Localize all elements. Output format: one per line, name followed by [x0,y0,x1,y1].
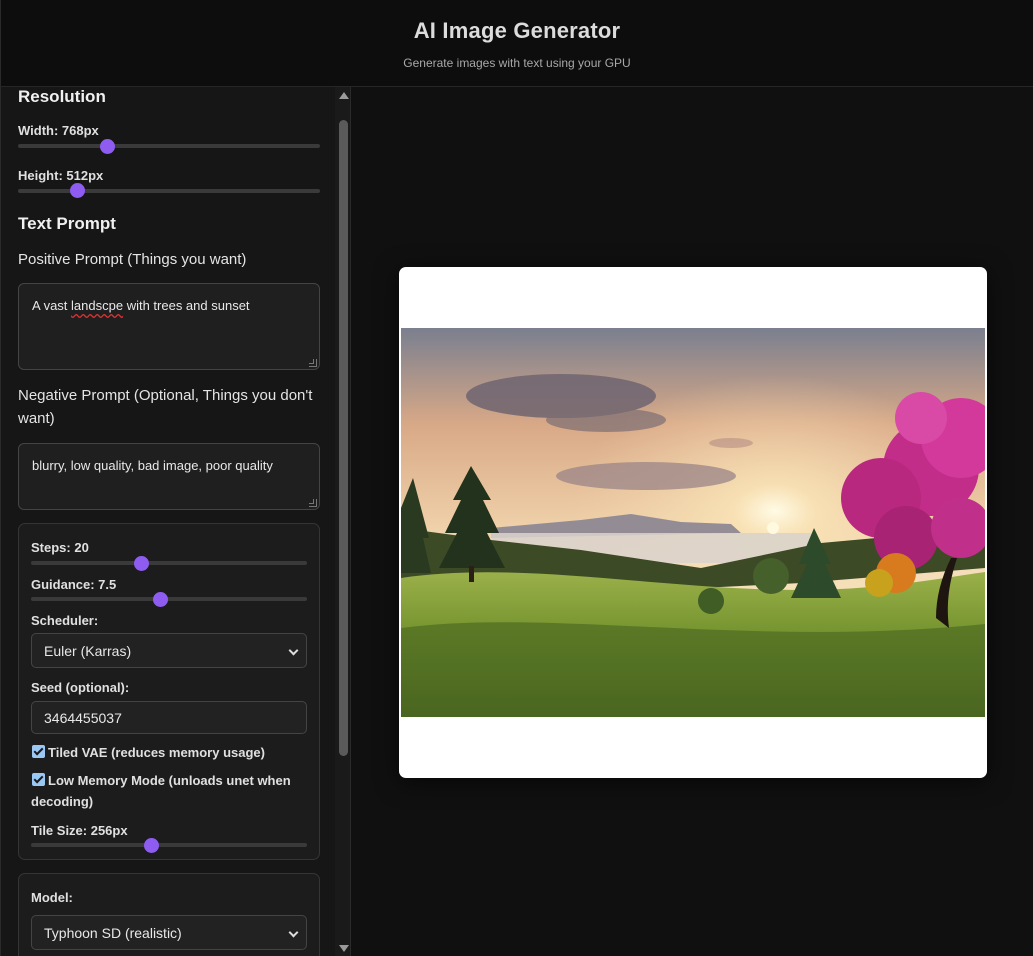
positive-prompt-text-a: A vast [32,298,72,313]
chevron-down-icon [288,645,299,656]
width-slider-track[interactable] [18,144,320,148]
negative-prompt-text: blurry, low quality, bad image, poor qua… [32,458,273,473]
seed-input[interactable]: 3464455037 [31,701,307,734]
tiled-vae-checkbox[interactable] [32,745,45,758]
model-select[interactable]: Typhoon SD (realistic) [31,915,307,950]
scheduler-selected-value: Euler (Karras) [44,643,132,659]
positive-prompt-label: Positive Prompt (Things you want) [18,251,247,268]
model-panel: Model: Typhoon SD (realistic) [18,873,320,956]
height-slider-thumb[interactable] [70,183,85,198]
generated-landscape-image[interactable] [401,328,985,717]
resize-handle-icon[interactable] [309,359,317,367]
model-selected-value: Typhoon SD (realistic) [44,925,182,941]
app-subtitle: Generate images with text using your GPU [403,56,631,70]
app-header: AI Image Generator Generate images with … [0,0,1033,87]
height-label: Height: 512px [18,168,104,183]
resize-handle-icon[interactable] [309,499,317,507]
generation-settings-panel: Steps: 20 Guidance: 7.5 Scheduler: Euler… [18,523,320,860]
positive-prompt-text-misspelled: landscpe [71,298,124,313]
guidance-slider-track[interactable] [31,597,307,601]
model-label: Model: [31,890,73,905]
negative-prompt-label: Negative Prompt (Optional, Things you do… [18,387,313,427]
settings-sidebar[interactable]: Resolution Width: 768px Height: 512px Te… [0,87,351,956]
guidance-slider-thumb[interactable] [153,592,168,607]
tile-size-label: Tile Size: 256px [31,823,128,838]
positive-prompt-text-b: with trees and sunset [123,298,250,313]
text-prompt-heading: Text Prompt [18,214,116,233]
seed-label: Seed (optional): [31,680,130,695]
height-slider-track[interactable] [18,189,320,193]
steps-label: Steps: 20 [31,540,89,555]
scheduler-label: Scheduler: [31,613,99,628]
guidance-label: Guidance: 7.5 [31,577,117,592]
width-label: Width: 768px [18,123,99,138]
chevron-down-icon [288,927,299,938]
sidebar-scrollbar[interactable] [335,87,350,956]
scheduler-select[interactable]: Euler (Karras) [31,633,307,668]
scroll-up-arrow-icon[interactable] [339,92,349,99]
low-memory-label: Low Memory Mode (unloads unet when decod… [31,773,291,809]
negative-prompt-input[interactable]: blurry, low quality, bad image, poor qua… [18,443,320,510]
width-slider-thumb[interactable] [100,139,115,154]
scrollbar-thumb[interactable] [339,120,348,756]
tile-size-slider-thumb[interactable] [144,838,159,853]
steps-slider-track[interactable] [31,561,307,565]
positive-prompt-input[interactable]: A vast landscpe with trees and sunset [18,283,320,370]
generated-image-card [399,267,987,778]
resolution-heading: Resolution [18,87,106,106]
seed-value: 3464455037 [44,710,122,726]
steps-slider-thumb[interactable] [134,556,149,571]
scroll-down-arrow-icon[interactable] [339,945,349,952]
tiled-vae-label: Tiled VAE (reduces memory usage) [48,745,265,760]
tile-size-slider-track[interactable] [31,843,307,847]
app-title: AI Image Generator [413,18,621,43]
